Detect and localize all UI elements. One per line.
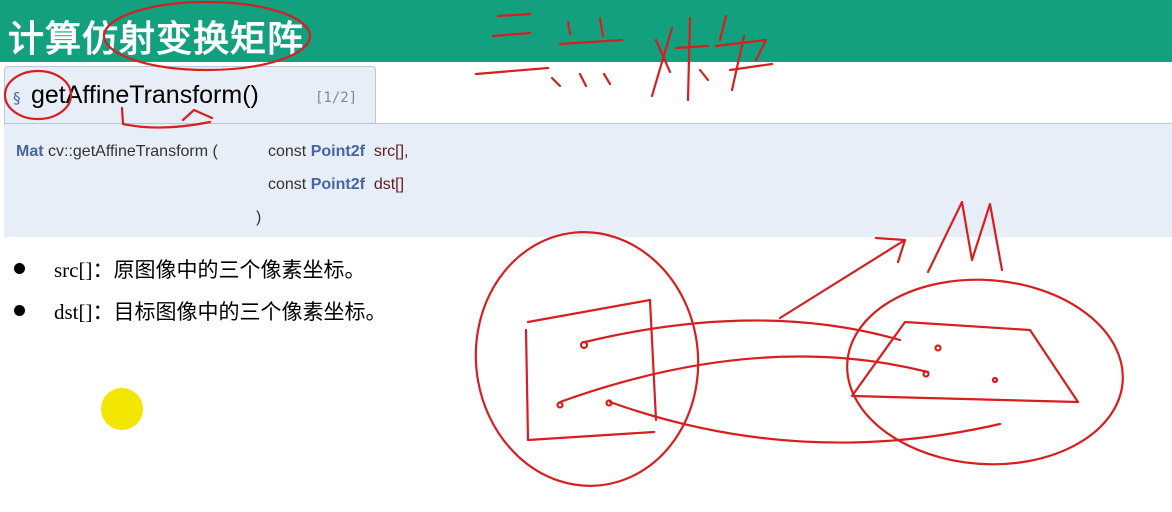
mapping-arrow-mid: [558, 355, 930, 404]
hand-drawn-annotations: [3, 0, 1124, 487]
direction-arrow: [778, 236, 907, 320]
title-circle-annotation: [102, 0, 312, 72]
src-point-2: [556, 401, 564, 409]
m-letter-annotation: [926, 200, 1004, 274]
section-circle-annotation: [3, 69, 73, 121]
dst-point-1: [934, 344, 942, 352]
target-image-quad: [850, 320, 1080, 404]
mapping-arrow-low: [608, 400, 1002, 444]
src-point-1: [579, 340, 589, 350]
handwritten-note: [474, 12, 774, 102]
target-image-circle: [846, 278, 1124, 466]
source-image-rect: [524, 298, 658, 442]
underline-annotation: [120, 106, 214, 129]
source-image-circle: [474, 231, 700, 487]
dst-point-3: [991, 376, 999, 384]
